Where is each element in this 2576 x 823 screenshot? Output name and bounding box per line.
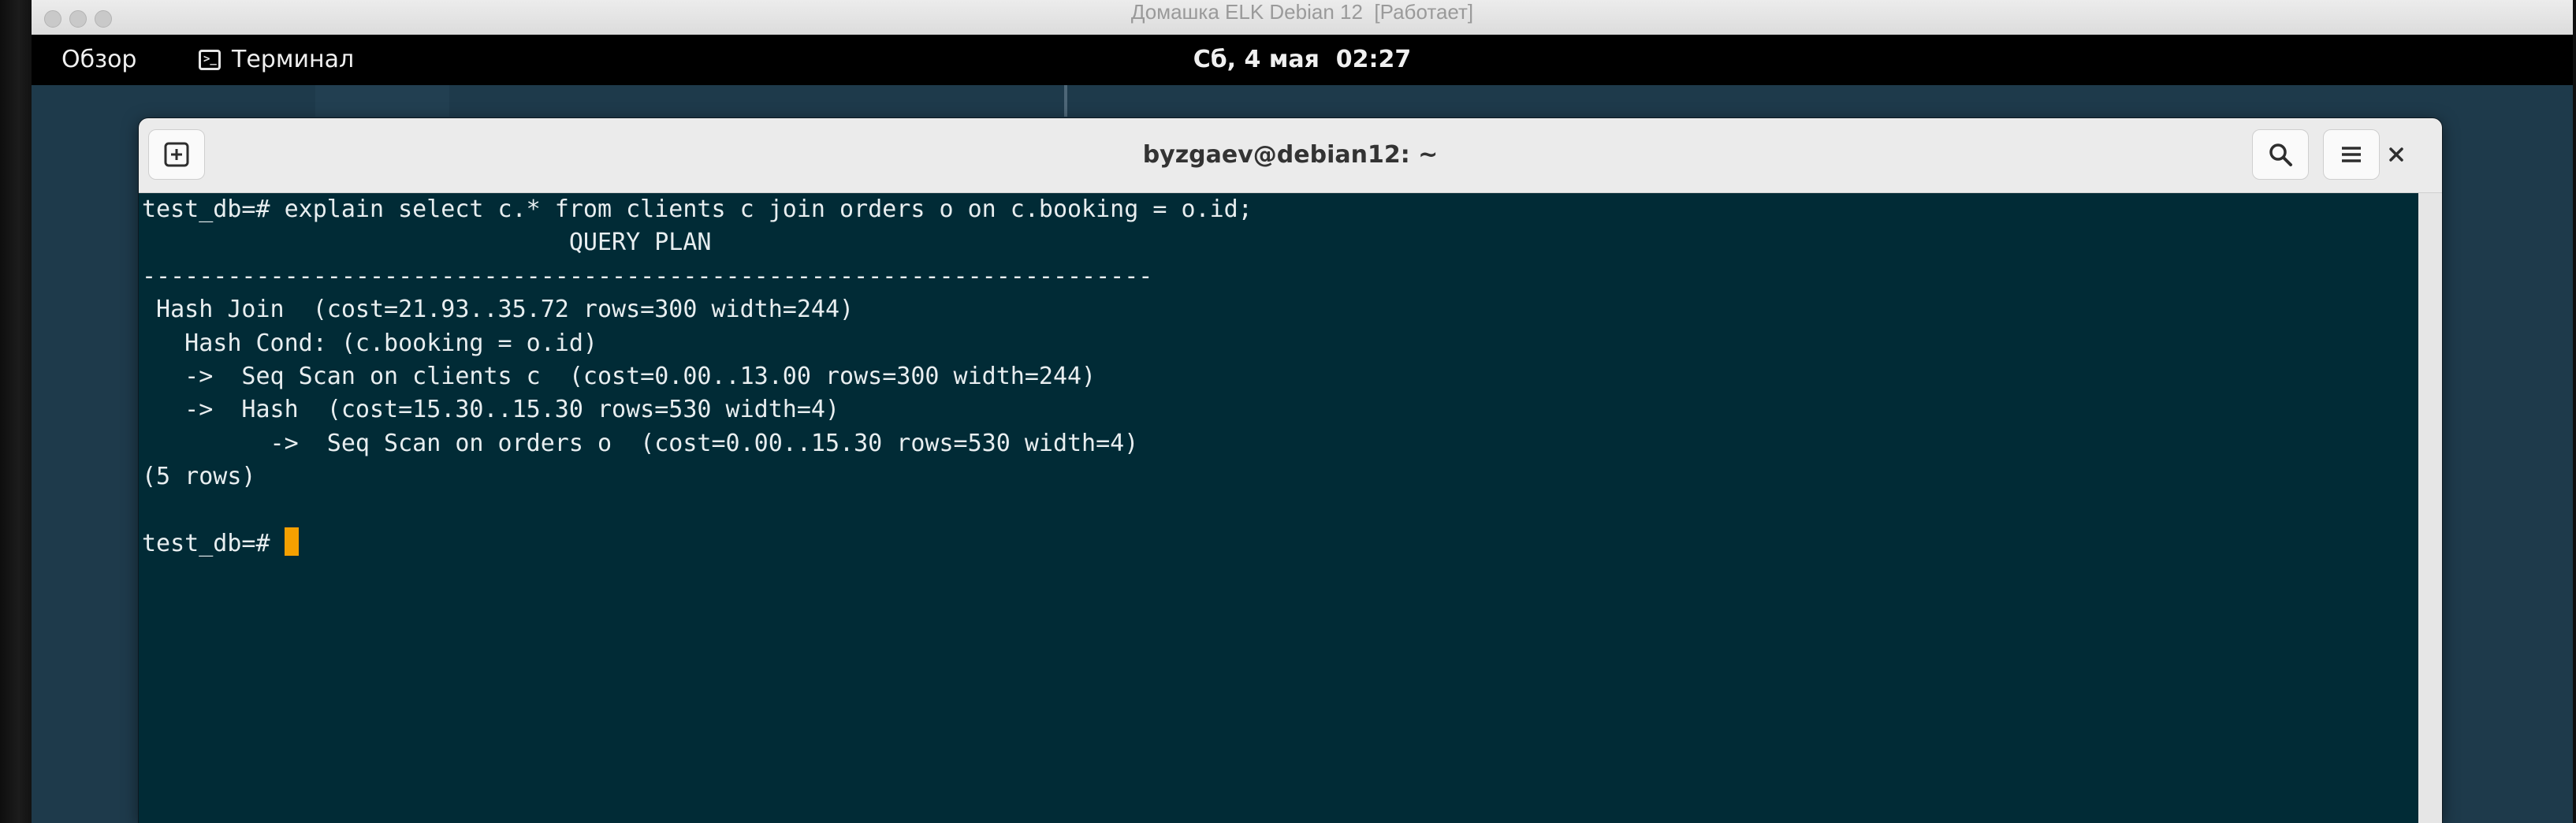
new-tab-icon (164, 142, 189, 167)
host-desktop-edge (0, 0, 32, 823)
activities-button[interactable]: Обзор (61, 35, 136, 85)
terminal-line: (5 rows) (142, 463, 256, 491)
clock: Сб, 4 мая 02:27 (32, 35, 2573, 85)
app-menu-label: Терминал (232, 46, 355, 73)
terminal-text: test_db=# explain select c.* from client… (142, 193, 1253, 560)
text-cursor (284, 527, 299, 556)
hamburger-menu-icon (2342, 147, 2361, 162)
terminal-line: -> Seq Scan on clients c (cost=0.00..13.… (142, 362, 1096, 390)
close-icon (2389, 147, 2403, 162)
terminal-line: -> Hash (cost=15.30..15.30 rows=530 widt… (142, 396, 840, 424)
close-button[interactable] (2377, 136, 2415, 173)
terminal-line: Hash Cond: (c.booking = o.id) (142, 329, 597, 357)
menu-button[interactable] (2323, 129, 2380, 180)
terminal-prompt-glyph: >_ (203, 53, 217, 65)
terminal-line: Hash Join (cost=21.93..35.72 rows=300 wi… (142, 296, 854, 324)
terminal-output-area[interactable]: test_db=# explain select c.* from client… (139, 193, 2442, 823)
vm-titlebar: Домашка ELK Debian 12 [Работает] (32, 0, 2573, 35)
vm-window: Домашка ELK Debian 12 [Работает] Обзор >… (32, 0, 2573, 823)
terminal-prompt: test_db=# (142, 529, 285, 557)
terminal-title: byzgaev@debian12: ~ (1142, 141, 1439, 169)
search-icon (2269, 143, 2292, 166)
terminal-line: QUERY PLAN (142, 229, 712, 257)
new-tab-button[interactable] (148, 129, 205, 180)
terminal-line: ----------------------------------------… (142, 262, 1153, 290)
desktop-decor-panel (315, 85, 449, 117)
terminal-scrollbar[interactable] (2418, 193, 2442, 823)
clock-label[interactable]: Сб, 4 мая 02:27 (1193, 46, 1412, 73)
terminal-line: -> Seq Scan on orders o (cost=0.00..15.3… (142, 429, 1139, 457)
terminal-app-icon: >_ (199, 50, 221, 70)
host-desktop-edge-right (2573, 0, 2576, 823)
search-button[interactable] (2252, 129, 2309, 180)
vm-window-title: Домашка ELK Debian 12 [Работает] (1130, 0, 1474, 24)
gnome-top-bar: Обзор >_ Терминал Сб, 4 мая 02:27 (32, 35, 2573, 85)
terminal-headerbar: byzgaev@debian12: ~ (139, 118, 2442, 193)
app-menu-button[interactable]: >_ Терминал (199, 35, 354, 85)
terminal-window: byzgaev@debian12: ~ test_db=# explain se… (139, 118, 2442, 823)
desktop-decor-line (1064, 85, 1067, 117)
terminal-line: test_db=# explain select c.* from client… (142, 196, 1253, 223)
terminal-prompt-line: test_db=# (142, 527, 1253, 560)
